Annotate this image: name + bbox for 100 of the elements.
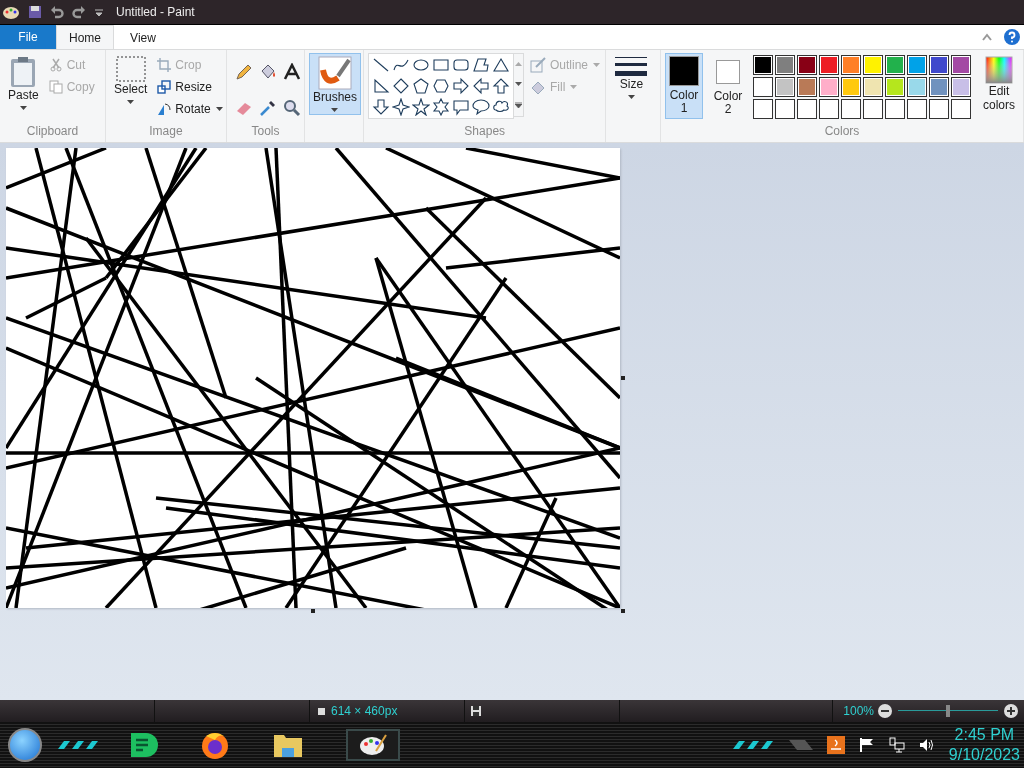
color-picker-icon[interactable]	[258, 98, 277, 117]
resize-button[interactable]: Resize	[157, 77, 223, 96]
palette-swatch[interactable]	[819, 77, 839, 97]
resize-handle[interactable]	[311, 609, 315, 613]
group-label: Shapes	[463, 124, 507, 140]
palette-swatch[interactable]	[863, 55, 883, 75]
brushes-button[interactable]: Brushes	[308, 53, 361, 115]
canvas-size-text: 614 × 460px	[331, 704, 398, 718]
text-icon[interactable]	[282, 63, 301, 81]
pencil-outline-icon	[529, 56, 546, 73]
palette-swatch[interactable]	[863, 77, 883, 97]
line-icon[interactable]	[371, 56, 390, 74]
copy-icon	[48, 79, 63, 94]
palette-swatch[interactable]	[775, 77, 795, 97]
triangle-icon[interactable]	[491, 56, 510, 74]
collapse-ribbon-icon[interactable]	[982, 33, 992, 41]
resize-handle[interactable]	[621, 376, 625, 380]
palette-swatch[interactable]	[907, 55, 927, 75]
palette-swatch[interactable]	[797, 55, 817, 75]
oval-callout-icon[interactable]	[471, 98, 490, 116]
right-triangle-icon[interactable]	[371, 77, 390, 95]
group-label: Colors	[823, 124, 861, 140]
ribbon-tab[interactable]: View	[114, 25, 172, 49]
color-1-button[interactable]: Color 1	[665, 53, 703, 119]
pentagon-icon[interactable]	[411, 77, 430, 95]
empty-palette-swatch[interactable]	[951, 99, 971, 119]
palette-swatch[interactable]	[929, 55, 949, 75]
diamond-icon[interactable]	[391, 77, 410, 95]
pencil-icon[interactable]	[234, 63, 253, 81]
zoom-out-icon[interactable]	[878, 704, 892, 718]
empty-palette-swatch[interactable]	[863, 99, 883, 119]
palette-swatch[interactable]	[907, 77, 927, 97]
ribbon-tab[interactable]: Home	[56, 25, 114, 49]
down-arrow-icon[interactable]	[371, 98, 390, 116]
palette-swatch[interactable]	[753, 55, 773, 75]
palette-swatch[interactable]	[841, 55, 861, 75]
palette-swatch[interactable]	[929, 77, 949, 97]
palette-swatch[interactable]	[819, 55, 839, 75]
browser-icon[interactable]	[200, 730, 230, 760]
scroll-down-icon[interactable]	[514, 82, 522, 86]
file-menu-button[interactable]: File	[0, 25, 56, 49]
network-icon[interactable]	[888, 737, 905, 753]
taskbar-app-button[interactable]	[346, 729, 400, 761]
edit-colors-button[interactable]: Edit colors	[979, 53, 1019, 115]
rectangle-callout-icon[interactable]	[451, 98, 470, 116]
left-arrow-icon[interactable]	[471, 77, 490, 95]
caret-icon	[331, 108, 339, 112]
chat-app-icon[interactable]	[128, 730, 158, 760]
palette-swatch[interactable]	[753, 77, 773, 97]
expand-gallery-icon[interactable]	[514, 102, 522, 108]
help-icon[interactable]	[1004, 29, 1020, 45]
six-point-star-icon[interactable]	[431, 98, 450, 116]
rotate-button[interactable]: Rotate	[157, 99, 223, 118]
empty-palette-swatch[interactable]	[819, 99, 839, 119]
scissors-icon	[48, 57, 63, 72]
speaker-icon[interactable]	[918, 737, 935, 753]
clock-date[interactable]: 9/10/2023	[948, 745, 1020, 765]
caret-icon	[570, 84, 578, 89]
flag-icon[interactable]	[858, 737, 875, 753]
empty-palette-swatch[interactable]	[907, 99, 927, 119]
palette-swatch[interactable]	[885, 77, 905, 97]
clock-time[interactable]: 2:45 PM	[954, 725, 1015, 745]
empty-palette-swatch[interactable]	[753, 99, 773, 119]
resize-icon	[157, 79, 172, 94]
magnifier-icon[interactable]	[282, 98, 301, 117]
polygon-icon[interactable]	[471, 56, 490, 74]
empty-palette-swatch[interactable]	[929, 99, 949, 119]
up-arrow-icon[interactable]	[491, 77, 510, 95]
palette-icon[interactable]	[2, 4, 20, 20]
line-widths-icon	[614, 56, 649, 77]
undo-icon[interactable]	[50, 5, 64, 19]
palette-swatch[interactable]	[797, 77, 817, 97]
four-point-star-icon[interactable]	[391, 98, 410, 116]
hexagon-icon[interactable]	[431, 77, 450, 95]
save-icon[interactable]	[28, 5, 42, 19]
five-point-star-icon[interactable]	[411, 98, 430, 116]
dropdown-icon[interactable]	[94, 7, 104, 17]
palette-swatch[interactable]	[951, 77, 971, 97]
rotate-icon	[157, 101, 172, 116]
select-button[interactable]: Select	[109, 53, 152, 107]
color-2-button[interactable]: Color 2	[709, 53, 747, 120]
empty-palette-swatch[interactable]	[775, 99, 795, 119]
redo-icon[interactable]	[72, 5, 86, 19]
size-button[interactable]: Size	[610, 53, 653, 102]
palette-swatch[interactable]	[841, 77, 861, 97]
empty-palette-swatch[interactable]	[797, 99, 817, 119]
show-desktop-icon[interactable]	[788, 739, 813, 751]
right-arrow-icon[interactable]	[451, 77, 470, 95]
palette-swatch[interactable]	[775, 55, 795, 75]
zoom-in-icon[interactable]	[1004, 704, 1018, 718]
resize-handle[interactable]	[621, 609, 625, 613]
gallery-scrollbar[interactable]	[513, 53, 524, 117]
paintbrush-icon	[318, 56, 352, 90]
empty-palette-swatch[interactable]	[885, 99, 905, 119]
empty-palette-swatch[interactable]	[841, 99, 861, 119]
palette-swatch[interactable]	[951, 55, 971, 75]
palette-swatch[interactable]	[885, 55, 905, 75]
color-spectrum-icon	[985, 56, 1013, 84]
paste-button[interactable]: Paste	[4, 53, 43, 113]
start-button[interactable]	[8, 728, 42, 762]
